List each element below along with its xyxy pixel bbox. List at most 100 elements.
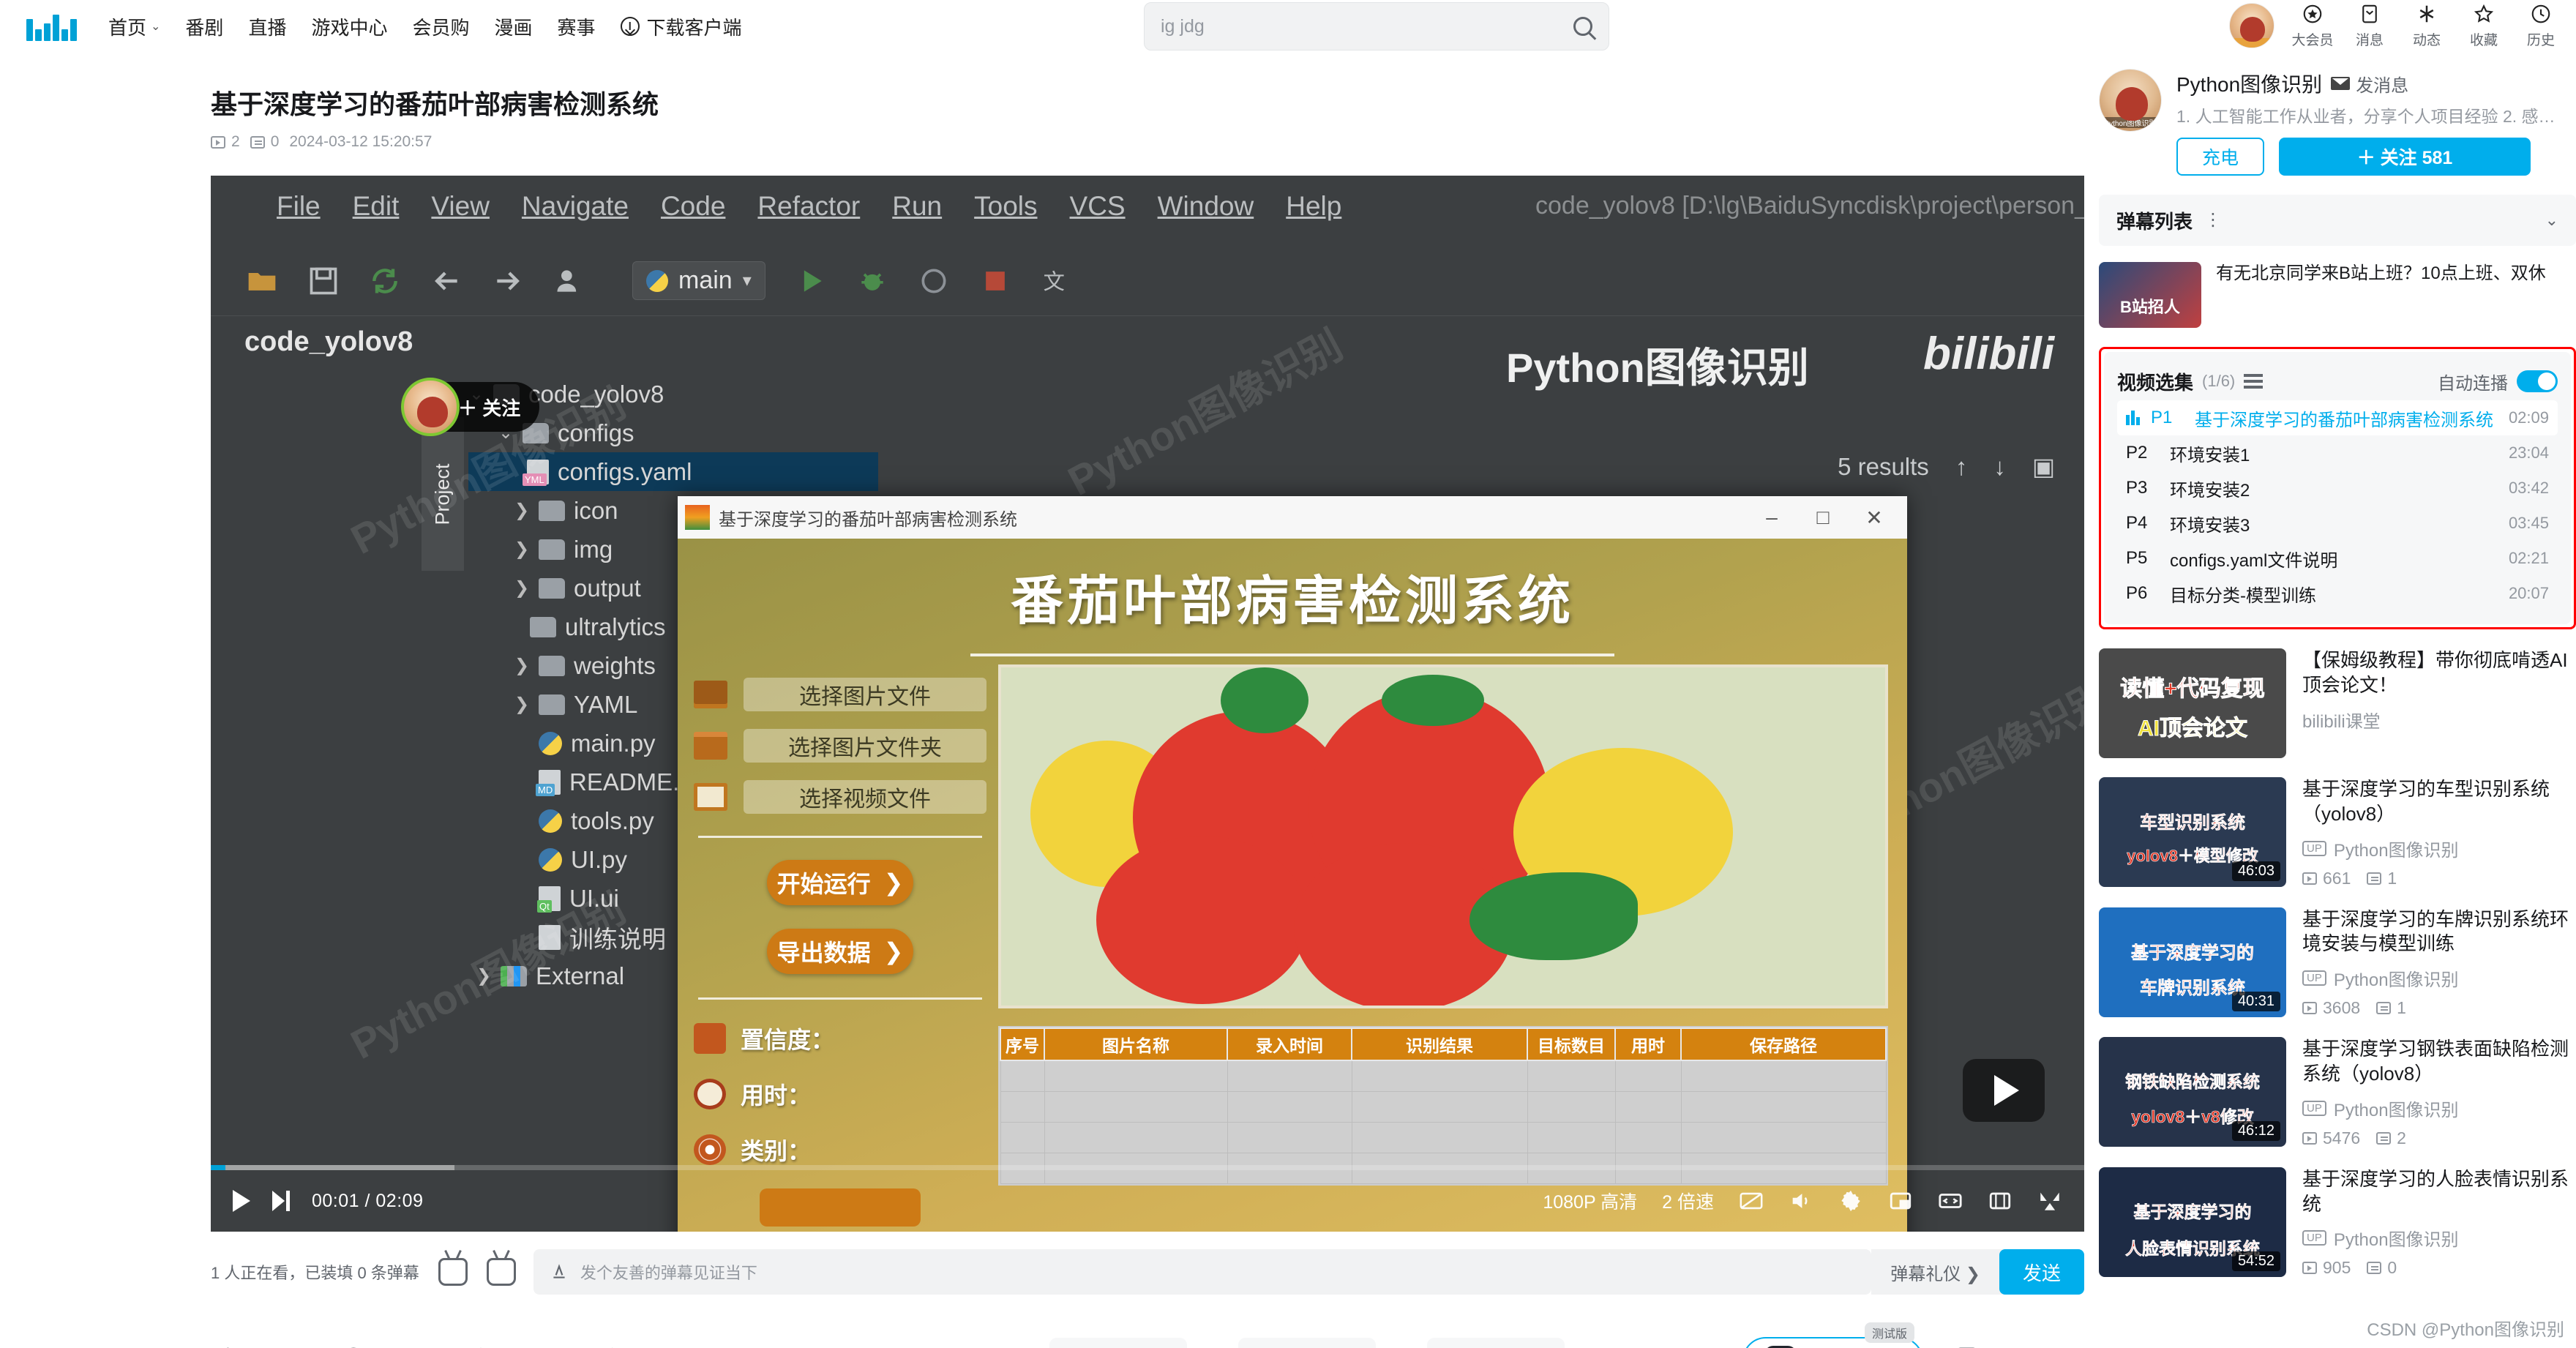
run-configuration-selector[interactable]: main ▾ — [632, 261, 765, 300]
favorite-button[interactable]: 收藏 — [465, 1345, 542, 1348]
start-run-button[interactable]: 开始运行 ❯ — [767, 860, 913, 905]
speed-selector[interactable]: 2 倍速 — [1662, 1188, 1714, 1214]
font-style-icon[interactable] — [550, 1262, 569, 1281]
select-image-folder-button[interactable]: 选择图片文件夹 — [744, 729, 986, 763]
nav-item-download[interactable]: 下载客户端 — [620, 13, 742, 40]
search-icon[interactable] — [1573, 17, 1592, 36]
sync-icon[interactable] — [369, 265, 401, 297]
export-data-button[interactable]: 导出数据 ❯ — [767, 929, 913, 974]
collection-item-p6[interactable]: P6 目标分类-模型训练 20:07 — [2117, 576, 2558, 611]
select-image-file-button[interactable]: 选择图片文件 — [744, 678, 986, 711]
volume-icon[interactable] — [1789, 1188, 1813, 1213]
danmaku-list-more-icon[interactable]: ⋮ — [2204, 211, 2222, 229]
search-input[interactable] — [1161, 15, 1573, 37]
nav-item-match[interactable]: 赛事 — [558, 13, 596, 40]
share-button[interactable]: 分享 — [593, 1345, 669, 1348]
like-button[interactable]: 点赞 — [211, 1345, 287, 1348]
send-message-button[interactable]: 发消息 — [2331, 71, 2408, 97]
nav-item-bangumi[interactable]: 番剧 — [185, 13, 223, 40]
run-button-icon[interactable] — [795, 265, 827, 297]
danmaku-list-panel-header[interactable]: 弹幕列表 ⋮ ⌄ — [2099, 195, 2576, 246]
translate-icon[interactable]: 文 — [1041, 265, 1073, 297]
autoplay-toggle-group[interactable]: 自动连播 — [2438, 369, 2558, 394]
nav-item-shop[interactable]: 会员购 — [412, 13, 469, 40]
debug-icon[interactable] — [856, 265, 888, 297]
danmaku-etiquette-link[interactable]: 弹幕礼仪 ❯ — [1871, 1259, 1999, 1285]
uploader-name[interactable]: Python图像识别 — [2176, 69, 2322, 98]
settings-icon[interactable] — [1838, 1188, 1863, 1213]
uploader-avatar[interactable]: Python图像识别 — [2099, 69, 2162, 132]
select-image-file-row[interactable]: 选择图片文件 — [694, 678, 986, 711]
nav-message[interactable]: 消息 — [2351, 3, 2389, 49]
search-box[interactable] — [1144, 2, 1609, 50]
back-arrow-icon[interactable] — [430, 265, 463, 297]
tomato-detection-app-window[interactable]: 基于深度学习的番茄叶部病害检测系统 – □ ✕ 番茄叶部病害检测系统 选择图片文… — [678, 496, 1907, 1232]
collection-item-p2[interactable]: P2 环境安装1 23:04 — [2117, 435, 2558, 471]
charge-button[interactable]: 充电 — [2176, 138, 2264, 176]
danmaku-on-icon[interactable] — [438, 1258, 468, 1286]
stop-icon[interactable] — [979, 265, 1011, 297]
tree-row-selected[interactable]: configs.yaml — [468, 452, 878, 491]
maximize-button[interactable]: □ — [1797, 506, 1849, 529]
select-image-folder-row[interactable]: 选择图片文件夹 — [694, 729, 986, 763]
quality-selector[interactable]: 1080P 高清 — [1543, 1188, 1637, 1214]
user-icon[interactable] — [553, 265, 585, 297]
nav-dynamic[interactable]: 动态 — [2408, 3, 2446, 49]
floating-follow-button[interactable]: ＋ 关注 — [401, 378, 540, 436]
progress-bar[interactable] — [211, 1165, 2084, 1170]
ide-editor-tab[interactable]: code_yolov8 — [244, 326, 413, 358]
take-notes-button[interactable]: 记笔记 — [1954, 1345, 2048, 1348]
next-button[interactable] — [272, 1191, 290, 1211]
edit-submission-button[interactable]: 编辑稿件 — [1049, 1338, 1187, 1348]
subtitle-icon[interactable] — [1739, 1188, 1764, 1213]
recommendation-item-3[interactable]: 钢铁缺陷检测系统 yolov8＋v8修改 46:12 基于深度学习钢铁表面缺陷检… — [2099, 1037, 2576, 1148]
select-video-file-row[interactable]: 选择视频文件 — [694, 780, 986, 814]
select-video-file-button[interactable]: 选择视频文件 — [744, 780, 986, 814]
danmaku-settings-icon[interactable] — [486, 1258, 516, 1286]
coverage-icon[interactable] — [918, 265, 950, 297]
webfullscreen-icon[interactable] — [1988, 1188, 2012, 1213]
user-avatar[interactable] — [2229, 3, 2274, 48]
ai-summary-button[interactable]: 测试版 AI视频总结 — [1742, 1322, 1923, 1348]
interactive-danmaku-button[interactable]: 互动弹幕 — [1238, 1338, 1376, 1348]
send-danmaku-button[interactable]: 发送 — [1999, 1249, 2084, 1295]
save-icon[interactable] — [307, 265, 340, 297]
list-view-icon[interactable] — [2244, 374, 2264, 389]
recommendation-item-4[interactable]: 基于深度学习的 人脸表情识别系统 54:52 基于深度学习的人脸表情识别系统 U… — [2099, 1167, 2576, 1278]
collection-item-p4[interactable]: P4 环境安装3 03:45 — [2117, 506, 2558, 541]
more-data-button[interactable]: 更多数据 — [1427, 1338, 1565, 1348]
close-button[interactable]: ✕ — [1849, 506, 1900, 530]
nav-item-manga[interactable]: 漫画 — [494, 13, 532, 40]
open-folder-icon[interactable] — [246, 265, 278, 297]
collection-item-p3[interactable]: P3 环境安装2 03:42 — [2117, 471, 2558, 506]
collection-item-p5[interactable]: P5 configs.yaml文件说明 02:21 — [2117, 541, 2558, 576]
find-prev-icon[interactable]: ↑ — [1955, 453, 1968, 481]
recommendation-item-2[interactable]: 基于深度学习的 车牌识别系统 40:31 基于深度学习的车牌识别系统环境安装与模… — [2099, 907, 2576, 1019]
pip-icon[interactable] — [1888, 1188, 1913, 1213]
promo-item[interactable]: B站招人 有无北京同学来B站上班？10点上班、双休 — [2099, 262, 2576, 328]
nav-favorites[interactable]: 收藏 — [2465, 3, 2503, 49]
chevron-down-icon[interactable]: ⌄ — [2545, 211, 2558, 230]
nav-item-home[interactable]: 首页 ⌄ — [108, 13, 160, 40]
forward-arrow-icon[interactable] — [492, 265, 524, 297]
autoplay-toggle[interactable] — [2517, 370, 2558, 392]
find-next-icon[interactable]: ↓ — [1993, 453, 2006, 481]
find-panel-icon[interactable]: ▣ — [2032, 452, 2055, 481]
fullscreen-icon[interactable] — [2037, 1188, 2062, 1213]
overlay-play-button[interactable] — [1963, 1059, 2045, 1122]
minimize-button[interactable]: – — [1746, 506, 1797, 529]
follow-button[interactable]: ＋ 关注 581 — [2279, 138, 2531, 176]
nav-item-live[interactable]: 直播 — [248, 13, 286, 40]
nav-history[interactable]: 历史 — [2522, 3, 2560, 49]
play-button[interactable] — [233, 1190, 250, 1212]
nav-vip[interactable]: 大会员 — [2292, 3, 2334, 49]
bilibili-logo[interactable] — [26, 12, 79, 41]
project-tool-window-rail[interactable]: Project — [422, 417, 464, 571]
collection-item-p1[interactable]: P1 基于深度学习的番茄叶部病害检测系统 02:09 — [2117, 400, 2558, 435]
recommendation-item-0[interactable]: 读懂+代码复现 AI顶会论文 【保姆级教程】带你彻底啃透AI顶会论文！ bili… — [2099, 648, 2576, 758]
widescreen-icon[interactable] — [1938, 1188, 1963, 1213]
recommendation-item-1[interactable]: 车型识别系统 yolov8＋模型修改 46:03 基于深度学习的车型识别系统（y… — [2099, 777, 2576, 888]
nav-item-game[interactable]: 游戏中心 — [311, 13, 387, 40]
danmaku-input[interactable]: 发个友善的弹幕见证当下 — [533, 1249, 1872, 1295]
coin-button[interactable]: 投币 — [338, 1345, 414, 1348]
